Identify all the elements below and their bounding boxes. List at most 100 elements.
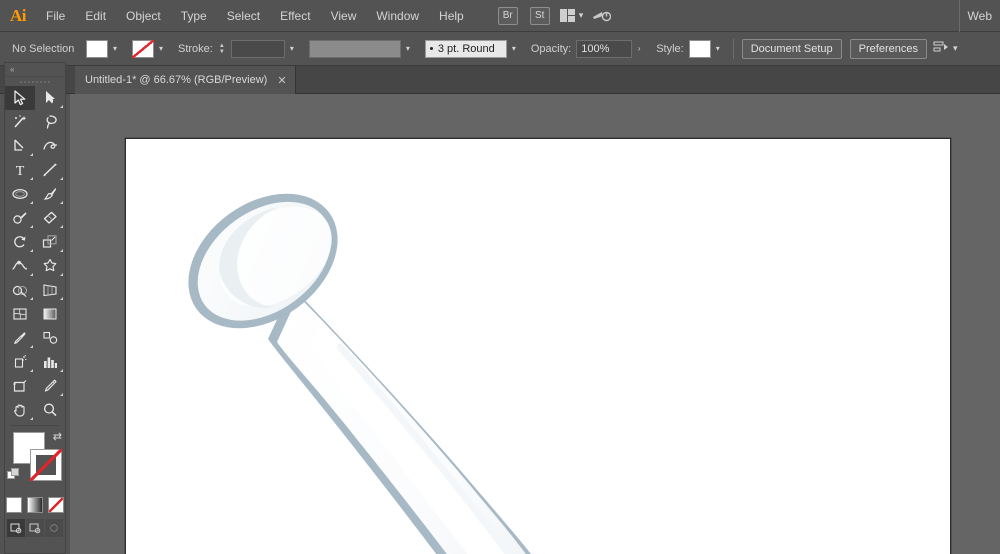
graphic-style-dropdown-icon[interactable]: ▾ xyxy=(711,40,725,58)
ellipse-tool[interactable] xyxy=(5,182,35,206)
scale-tool[interactable] xyxy=(35,230,65,254)
fill-stroke-proxy: ⇄ xyxy=(5,430,65,494)
stroke-profile-dropdown-icon[interactable]: ▾ xyxy=(401,40,415,58)
bridge-icon[interactable]: Br xyxy=(497,6,518,25)
tool-flyout-indicator xyxy=(30,225,33,228)
canvas-area[interactable] xyxy=(70,94,1000,554)
opacity-input[interactable]: 100% xyxy=(576,39,633,58)
selection-tool[interactable] xyxy=(5,86,35,110)
tool-flyout-indicator xyxy=(30,297,33,300)
brush-definition-dropdown-icon[interactable]: ▾ xyxy=(507,40,521,58)
spoon-bowl xyxy=(188,193,338,329)
document-tab-title: Untitled-1* @ 66.67% (RGB/Preview) xyxy=(85,74,268,86)
stock-icon[interactable]: St xyxy=(529,6,550,25)
direct-selection-tool[interactable] xyxy=(35,86,65,110)
stroke-dropdown-icon[interactable]: ▾ xyxy=(154,40,168,58)
stroke-weight-stepper[interactable]: ▲ ▼ xyxy=(216,40,228,58)
collapse-panel-icon[interactable]: « xyxy=(10,65,15,74)
document-tab-bar: Untitled-1* @ 66.67% (RGB/Preview) ✕ xyxy=(0,66,1000,94)
stroke-swatch-none[interactable] xyxy=(132,39,154,58)
shaper-tool[interactable] xyxy=(5,206,35,230)
mesh-tool[interactable] xyxy=(5,302,35,326)
tool-flyout-indicator xyxy=(30,153,33,156)
menu-help[interactable]: Help xyxy=(429,0,474,32)
menu-view[interactable]: View xyxy=(321,0,367,32)
tool-flyout-indicator xyxy=(30,201,33,204)
gradient-fill-button[interactable] xyxy=(27,497,43,513)
eraser-tool[interactable] xyxy=(35,206,65,230)
stroke-color-control[interactable]: ▾ xyxy=(132,39,168,58)
document-tab[interactable]: Untitled-1* @ 66.67% (RGB/Preview) ✕ xyxy=(75,66,296,94)
brush-dot-icon xyxy=(429,47,433,50)
svg-text:T: T xyxy=(16,164,25,178)
menu-object[interactable]: Object xyxy=(116,0,171,32)
workspace-name-label[interactable]: Web xyxy=(958,0,1000,32)
fill-dropdown-icon[interactable]: ▾ xyxy=(108,40,122,58)
swap-fill-stroke-icon[interactable]: ⇄ xyxy=(53,430,62,443)
rotate-tool[interactable] xyxy=(5,230,35,254)
screen-mode-buttons xyxy=(5,519,65,537)
lasso-tool[interactable] xyxy=(35,110,65,134)
menu-select[interactable]: Select xyxy=(217,0,270,32)
perspective-grid-tool[interactable] xyxy=(35,278,65,302)
tools-panel-drag-handle[interactable] xyxy=(5,77,65,86)
tool-flyout-indicator xyxy=(60,273,63,276)
fill-swatch[interactable] xyxy=(86,39,108,58)
stroke-weight-dropdown-icon[interactable]: ▾ xyxy=(285,40,299,58)
chevron-down-icon: ▾ xyxy=(578,10,584,20)
blend-tool[interactable] xyxy=(35,326,65,350)
document-setup-button[interactable]: Document Setup xyxy=(741,38,842,59)
eyedropper-tool[interactable] xyxy=(5,326,35,350)
paintbrush-tool[interactable] xyxy=(35,182,65,206)
spoon-illustration[interactable] xyxy=(126,139,952,554)
fill-color-control[interactable]: ▾ xyxy=(86,39,122,58)
stroke-profile-input[interactable] xyxy=(308,39,401,58)
preferences-button[interactable]: Preferences xyxy=(849,38,927,59)
gradient-tool[interactable] xyxy=(35,302,65,326)
default-fill-stroke-icon[interactable] xyxy=(7,468,19,480)
full-screen-mode-button[interactable] xyxy=(45,519,63,537)
color-fill-button[interactable] xyxy=(6,497,22,513)
stroke-weight-input[interactable] xyxy=(230,39,285,58)
tools-grid: T xyxy=(5,86,65,422)
normal-screen-mode-button[interactable] xyxy=(7,519,25,537)
artboard-tool[interactable] xyxy=(5,374,35,398)
width-tool[interactable] xyxy=(5,254,35,278)
tool-flyout-indicator xyxy=(30,345,33,348)
tool-flyout-indicator xyxy=(60,393,63,396)
close-icon[interactable]: ✕ xyxy=(277,74,286,87)
tools-divider xyxy=(11,425,59,426)
workspace-switcher-icon[interactable] xyxy=(591,8,612,24)
type-tool[interactable]: T xyxy=(5,158,35,182)
align-to-icon[interactable] xyxy=(933,40,949,57)
symbol-sprayer-tool[interactable] xyxy=(5,350,35,374)
menu-effect[interactable]: Effect xyxy=(270,0,320,32)
none-fill-button[interactable] xyxy=(48,497,64,513)
slice-tool[interactable] xyxy=(35,374,65,398)
pen-tool[interactable] xyxy=(5,134,35,158)
arrange-documents-icon[interactable]: ▾ xyxy=(559,9,584,22)
app-logo-icon: Ai xyxy=(10,5,27,25)
menu-bar: Ai File Edit Object Type Select Effect V… xyxy=(0,0,1000,32)
align-dropdown-icon[interactable]: ▾ xyxy=(953,43,958,54)
menu-file[interactable]: File xyxy=(36,0,75,32)
free-transform-tool[interactable] xyxy=(35,254,65,278)
shape-builder-tool[interactable] xyxy=(5,278,35,302)
full-screen-with-menu-bar-button[interactable] xyxy=(26,519,44,537)
column-graph-tool[interactable] xyxy=(35,350,65,374)
menu-window[interactable]: Window xyxy=(366,0,429,32)
menu-type[interactable]: Type xyxy=(171,0,217,32)
stroke-color-proxy[interactable] xyxy=(30,449,62,481)
artboard[interactable] xyxy=(125,138,951,554)
zoom-tool[interactable] xyxy=(35,398,65,422)
opacity-options-icon[interactable]: › xyxy=(632,40,646,58)
hand-tool[interactable] xyxy=(5,398,35,422)
brush-definition-select[interactable]: 3 pt. Round xyxy=(424,39,507,58)
control-bar: No Selection ▾ ▾ Stroke: ▲ ▼ ▾ ▾ 3 pt. Ro… xyxy=(0,32,1000,66)
tools-panel-header[interactable]: « xyxy=(5,63,65,77)
magic-wand-tool[interactable] xyxy=(5,110,35,134)
line-segment-tool[interactable] xyxy=(35,158,65,182)
curvature-tool[interactable] xyxy=(35,134,65,158)
menu-edit[interactable]: Edit xyxy=(75,0,116,32)
graphic-style-swatch[interactable] xyxy=(688,39,711,58)
